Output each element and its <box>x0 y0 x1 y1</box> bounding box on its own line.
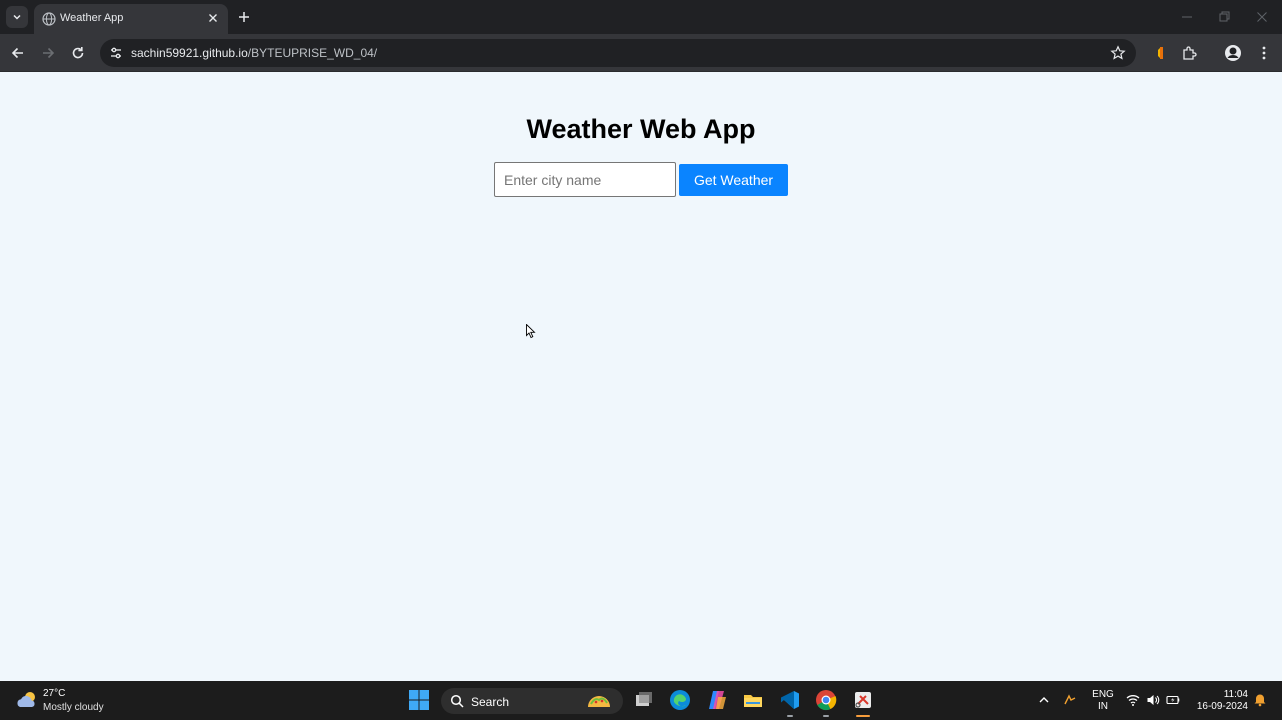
os-taskbar: 27°C Mostly cloudy Search ENG IN 11:04 1… <box>0 681 1282 720</box>
chrome-icon[interactable] <box>815 689 837 711</box>
close-icon[interactable] <box>206 11 220 25</box>
input-language-indicator[interactable]: ENG IN <box>1092 689 1114 713</box>
task-view-icon[interactable] <box>633 689 655 711</box>
language-code: ENG <box>1092 689 1114 700</box>
chevron-down-icon <box>13 14 21 20</box>
speaker-volume-icon[interactable] <box>1146 693 1160 707</box>
weather-condition: Mostly cloudy <box>43 702 104 713</box>
tab-title: Weather App <box>60 12 124 24</box>
window-close-icon[interactable] <box>1254 9 1270 25</box>
region-code: IN <box>1098 701 1108 712</box>
snipping-tool-icon[interactable] <box>852 689 874 711</box>
web-page: Weather Web App Get Weather <box>0 73 1282 681</box>
page-title: Weather Web App <box>526 114 756 144</box>
search-label: Search <box>471 695 510 709</box>
taskbar-search-box[interactable]: Search <box>441 688 623 714</box>
vscode-icon[interactable] <box>779 689 801 711</box>
browser-tab-strip: Weather App <box>0 0 1282 34</box>
copilot-icon[interactable] <box>706 689 728 711</box>
snipping-tool-active-indicator <box>856 715 870 717</box>
get-weather-button[interactable]: Get Weather <box>679 164 788 196</box>
partly-cloudy-icon[interactable] <box>15 690 39 710</box>
back-arrow-icon[interactable] <box>9 44 27 62</box>
site-settings-icon[interactable] <box>108 45 124 61</box>
clock-date: 16-09-2024 <box>1196 701 1248 712</box>
url-path: /BYTEUPRISE_WD_04/ <box>247 46 378 60</box>
notification-bell-icon[interactable] <box>1253 693 1267 707</box>
globe-icon <box>42 12 56 26</box>
restore-icon[interactable] <box>1216 9 1232 25</box>
tray-app-icon[interactable] <box>1063 693 1077 707</box>
url-text: sachin59921.github.io/BYTEUPRISE_WD_04/ <box>131 46 377 60</box>
extensions-puzzle-icon[interactable] <box>1180 44 1198 62</box>
browser-tab-active[interactable]: Weather App <box>34 4 228 34</box>
tab-search-button[interactable] <box>6 6 28 28</box>
new-tab-plus-icon[interactable] <box>236 9 252 25</box>
vscode-running-indicator <box>787 715 793 717</box>
wifi-icon[interactable] <box>1126 693 1140 707</box>
chevron-up-icon[interactable] <box>1037 693 1051 707</box>
clock-time: 11:04 <box>1223 689 1248 700</box>
file-explorer-icon[interactable] <box>742 689 764 711</box>
extension-icon[interactable] <box>1152 44 1170 62</box>
browser-toolbar: sachin59921.github.io/BYTEUPRISE_WD_04/ <box>0 34 1282 72</box>
search-highlight-taco-icon <box>588 696 610 707</box>
profile-avatar-icon[interactable] <box>1224 44 1242 62</box>
search-icon <box>450 694 464 708</box>
windows-start-icon[interactable] <box>408 689 430 711</box>
weather-temperature: 27°C <box>43 688 66 699</box>
battery-charging-icon[interactable] <box>1166 693 1180 707</box>
address-bar[interactable]: sachin59921.github.io/BYTEUPRISE_WD_04/ <box>100 39 1136 67</box>
chrome-running-indicator <box>823 715 829 717</box>
reload-icon[interactable] <box>69 44 87 62</box>
forward-arrow-icon[interactable] <box>39 44 57 62</box>
mouse-cursor-icon <box>526 324 536 339</box>
bookmark-star-icon[interactable] <box>1110 45 1126 61</box>
system-clock[interactable]: 11:04 16-09-2024 <box>1190 689 1248 713</box>
minimize-icon[interactable] <box>1179 9 1195 25</box>
city-name-input[interactable] <box>494 162 676 197</box>
url-host: sachin59921.github.io <box>131 46 248 60</box>
more-menu-icon[interactable] <box>1255 44 1273 62</box>
edge-browser-icon[interactable] <box>669 689 691 711</box>
